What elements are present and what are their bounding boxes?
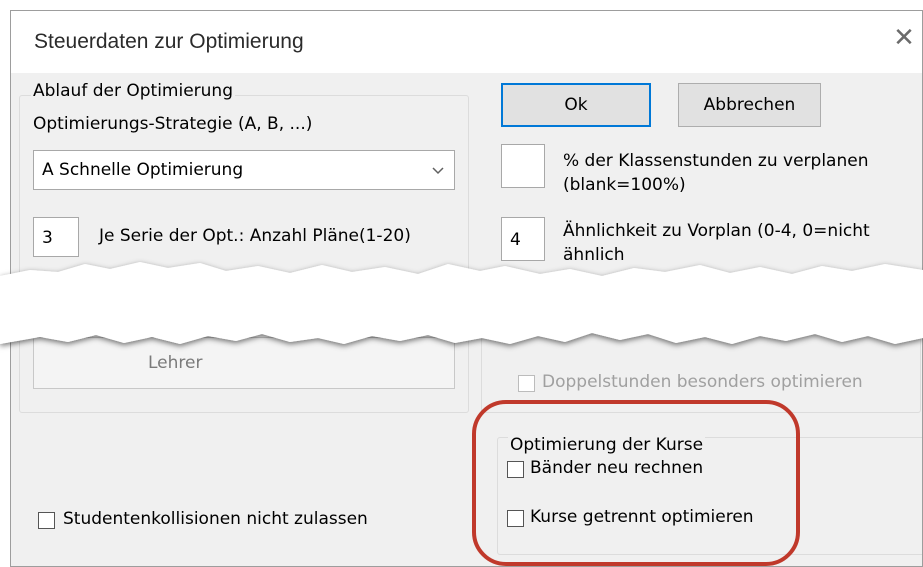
ok-button[interactable]: Ok bbox=[501, 83, 651, 127]
aehnlichkeit-label-line1: Ähnlichkeit zu Vorplan (0-4, 0=nicht bbox=[563, 221, 870, 241]
dialog-title: Steuerdaten zur Optimierung bbox=[34, 30, 304, 53]
doppelstunden-checkbox[interactable] bbox=[518, 375, 535, 392]
plans-count-label: Je Serie der Opt.: Anzahl Pläne(1-20) bbox=[99, 226, 411, 246]
strategy-dropdown[interactable]: A Schnelle Optimierung bbox=[33, 150, 455, 190]
ablauf-group-legend: Ablauf der Optimierung bbox=[31, 81, 235, 101]
aehnlichkeit-value: 4 bbox=[510, 230, 521, 250]
doppelstunden-label: Doppelstunden besonders optimieren bbox=[542, 372, 863, 392]
klassenstunden-label-line1: % der Klassenstunden zu verplanen bbox=[563, 151, 869, 171]
title-bar: Steuerdaten zur Optimierung ✕ bbox=[11, 11, 922, 73]
klassenstunden-label-line2: (blank=100%) bbox=[563, 175, 686, 195]
highlight-annotation bbox=[472, 400, 800, 566]
ok-button-label: Ok bbox=[564, 95, 588, 115]
strategy-label: Optimierungs-Strategie (A, B, ...) bbox=[33, 114, 313, 134]
chevron-down-icon bbox=[432, 167, 444, 175]
klassenstunden-input[interactable] bbox=[501, 144, 545, 188]
cancel-button-label: Abbrechen bbox=[703, 95, 796, 115]
plans-count-value: 3 bbox=[42, 228, 53, 248]
cancel-button[interactable]: Abbrechen bbox=[678, 83, 821, 127]
torn-paper-overlay bbox=[0, 262, 923, 344]
strategy-dropdown-value: A Schnelle Optimierung bbox=[42, 160, 244, 180]
close-icon[interactable]: ✕ bbox=[887, 21, 921, 55]
studenten-label: Studentenkollisionen nicht zulassen bbox=[63, 509, 368, 529]
plans-count-input[interactable]: 3 bbox=[33, 217, 79, 257]
studenten-checkbox[interactable] bbox=[38, 512, 55, 529]
